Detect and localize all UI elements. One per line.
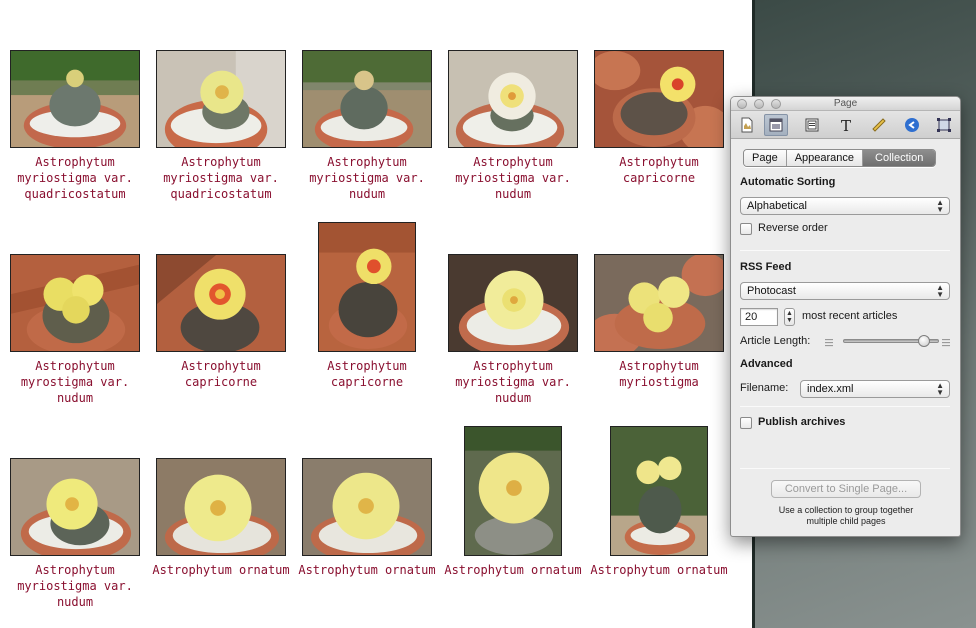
- gallery-item[interactable]: Astrophytum myriostigma var. nudum: [440, 186, 586, 406]
- photo-caption[interactable]: Astrophytum capricorne: [148, 358, 294, 390]
- chevron-updown-icon: ▲ ▼: [936, 198, 944, 214]
- gallery-item[interactable]: Astrophytum myriostigma var. nudum: [2, 390, 148, 610]
- gallery-item[interactable]: Astrophytum capricorne: [294, 186, 440, 390]
- photo-thumbnail[interactable]: [318, 222, 416, 352]
- photo-caption[interactable]: Astrophytum ornatum: [586, 562, 732, 578]
- tab-collection[interactable]: Collection: [863, 150, 936, 166]
- sorting-select-value: Alphabetical: [747, 200, 807, 212]
- article-count-stepper[interactable]: ▲ ▼: [784, 308, 795, 326]
- inspector-toolbar: T: [731, 111, 960, 139]
- long-text-icon: ― ― ―: [942, 335, 950, 350]
- photo-gallery: Astrophytum myriostigma var. quadricosta…: [0, 0, 752, 628]
- publish-archives-label[interactable]: Publish archives: [758, 416, 845, 428]
- convert-to-single-page-button[interactable]: Convert to Single Page...: [771, 480, 921, 498]
- photo-caption[interactable]: Astrophytum capricorne: [294, 358, 440, 390]
- photo-thumbnail[interactable]: [302, 50, 432, 148]
- inspector-title: Page: [833, 98, 858, 109]
- gallery-item[interactable]: Astrophytum ornatum: [586, 390, 732, 578]
- gallery-item[interactable]: Astrophytum capricorne: [586, 0, 732, 186]
- layout-icon[interactable]: [764, 114, 788, 136]
- gallery-item[interactable]: Astrophytum myriostigma: [586, 186, 732, 390]
- gallery-item[interactable]: Astrophytum myriostigma var. quadricosta…: [2, 0, 148, 202]
- article-count-field[interactable]: 20: [740, 308, 778, 326]
- reverse-order-label[interactable]: Reverse order: [758, 222, 828, 234]
- rss-feed-heading: RSS Feed: [740, 261, 792, 273]
- filename-select[interactable]: index.xml ▲ ▼: [800, 380, 950, 398]
- divider: [740, 250, 950, 251]
- tab-appearance[interactable]: Appearance: [786, 150, 864, 166]
- gallery-item[interactable]: Astrophytum capricorne: [148, 186, 294, 390]
- inspector-panel: Page T Page Appearance Collection Automa…: [730, 96, 961, 537]
- photo-thumbnail[interactable]: [10, 50, 140, 148]
- photo-thumbnail[interactable]: [448, 50, 578, 148]
- sorting-select[interactable]: Alphabetical ▲ ▼: [740, 197, 950, 215]
- photo-caption[interactable]: Astrophytum myriostigma var. nudum: [2, 562, 148, 610]
- reverse-order-checkbox[interactable]: [740, 223, 752, 235]
- gallery-item[interactable]: Astrophytum myriostigma var. nudum: [294, 0, 440, 202]
- ruler-icon[interactable]: [867, 114, 891, 136]
- article-length-label: Article Length:: [740, 335, 811, 347]
- page-frame-icon[interactable]: [800, 114, 824, 136]
- svg-text:T: T: [841, 117, 851, 133]
- automatic-sorting-heading: Automatic Sorting: [740, 176, 836, 188]
- text-icon[interactable]: T: [834, 114, 858, 136]
- divider: [740, 406, 950, 407]
- article-length-slider-knob[interactable]: [917, 335, 930, 347]
- collection-hint-line1: Use a collection to group together: [778, 505, 914, 515]
- chevron-updown-icon: ▲ ▼: [936, 283, 944, 299]
- photo-thumbnail[interactable]: [302, 458, 432, 556]
- rss-feed-select[interactable]: Photocast ▲ ▼: [740, 282, 950, 300]
- photo-caption[interactable]: Astrophytum myriostigma: [586, 358, 732, 390]
- gallery-item[interactable]: Astrophytum ornatum: [440, 390, 586, 578]
- gallery-item[interactable]: Astrophytum myriostigma var. nudum: [440, 0, 586, 202]
- photo-thumbnail[interactable]: [594, 254, 724, 352]
- photo-caption[interactable]: Astrophytum ornatum: [440, 562, 586, 578]
- gallery-item[interactable]: Astrophytum myriostigma var. quadricosta…: [148, 0, 294, 202]
- metrics-icon[interactable]: [932, 114, 956, 136]
- photo-thumbnail[interactable]: [448, 254, 578, 352]
- article-count-suffix: most recent articles: [802, 310, 898, 322]
- gallery-item[interactable]: Astrophytum ornatum: [294, 390, 440, 578]
- rss-feed-select-value: Photocast: [747, 285, 796, 297]
- gallery-item[interactable]: Astrophytum ornatum: [148, 390, 294, 578]
- photo-thumbnail[interactable]: [610, 426, 708, 556]
- photo-thumbnail[interactable]: [10, 458, 140, 556]
- photo-caption[interactable]: Astrophytum ornatum: [294, 562, 440, 578]
- photo-thumbnail[interactable]: [10, 254, 140, 352]
- chevron-updown-icon: ▲ ▼: [936, 381, 944, 397]
- divider: [740, 468, 950, 469]
- filename-select-value: index.xml: [807, 383, 854, 395]
- link-icon[interactable]: [900, 114, 924, 136]
- collection-hint-line2: multiple child pages: [806, 516, 886, 526]
- short-text-icon: ― ― ―: [825, 335, 833, 350]
- photo-thumbnail[interactable]: [594, 50, 724, 148]
- publish-archives-checkbox[interactable]: [740, 417, 752, 429]
- tab-page[interactable]: Page: [744, 150, 787, 166]
- photo-thumbnail[interactable]: [156, 458, 286, 556]
- photo-caption[interactable]: Astrophytum ornatum: [148, 562, 294, 578]
- photo-thumbnail[interactable]: [464, 426, 562, 556]
- photo-thumbnail[interactable]: [156, 50, 286, 148]
- photo-caption[interactable]: Astrophytum capricorne: [586, 154, 732, 186]
- advanced-heading: Advanced: [740, 358, 793, 370]
- gallery-item[interactable]: Astrophytum myrostigma var. nudum: [2, 186, 148, 406]
- inspector-titlebar[interactable]: Page: [731, 97, 960, 111]
- document-icon[interactable]: [735, 114, 759, 136]
- filename-label: Filename:: [740, 382, 789, 394]
- inspector-tabs: Page Appearance Collection: [743, 149, 937, 167]
- photo-thumbnail[interactable]: [156, 254, 286, 352]
